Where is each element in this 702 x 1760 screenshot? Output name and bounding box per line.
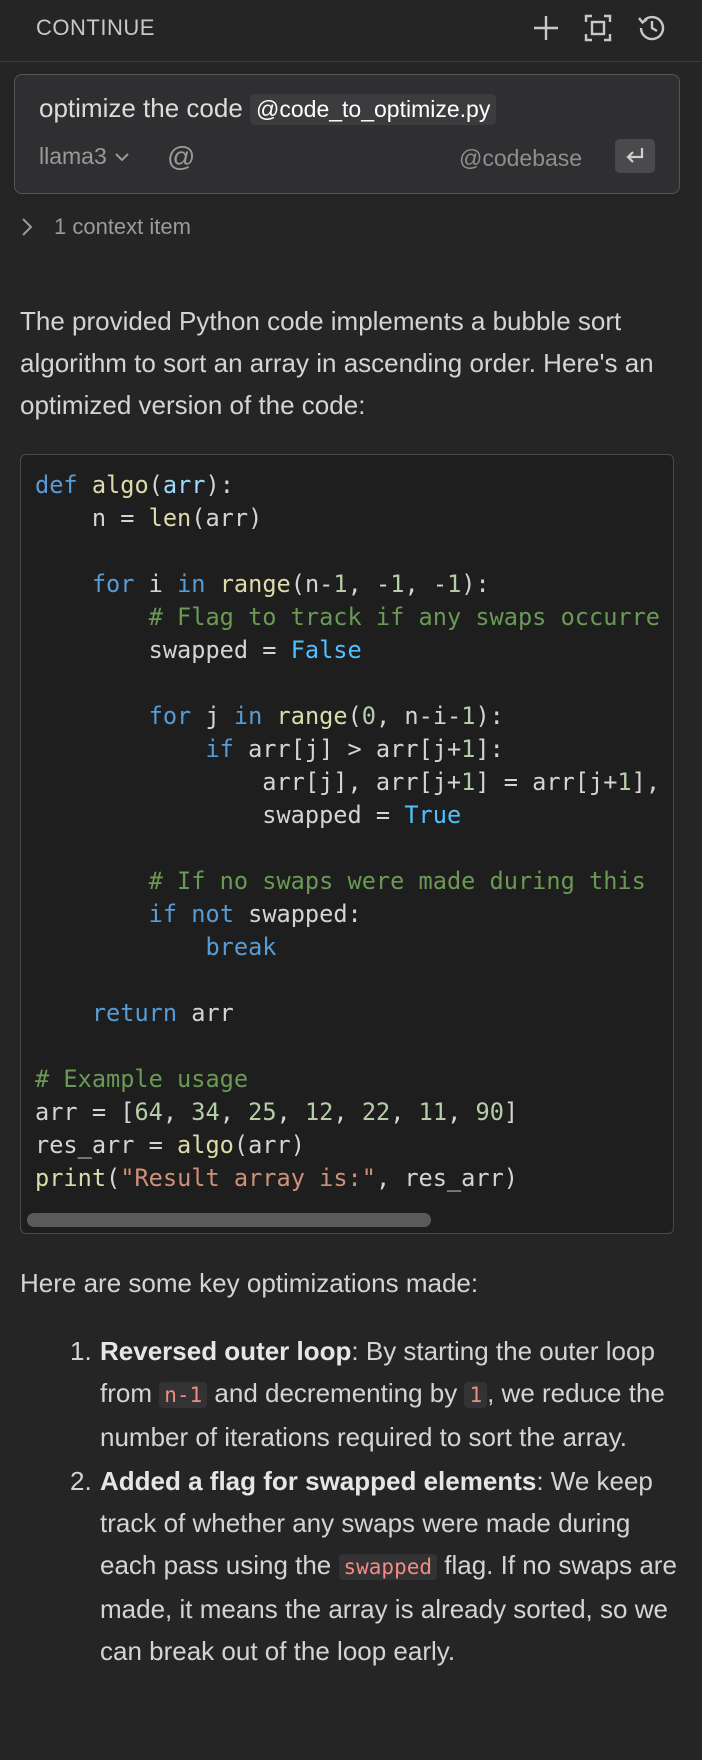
list-number: 2. — [70, 1466, 92, 1496]
code-block: def algo(arr): n = len(arr) for i in ran… — [20, 454, 674, 1234]
list-item: 1. Reversed outer loop: By starting the … — [70, 1330, 680, 1458]
context-label: 1 context item — [54, 214, 191, 239]
code-line: swapped = False — [35, 636, 362, 664]
plus-icon[interactable] — [528, 10, 564, 46]
prompt-message: optimize the code — [39, 93, 243, 123]
code-line: # If no swaps were made during this — [148, 867, 646, 895]
code-content: def algo(arr): n = len(arr) for i in ran… — [35, 469, 673, 1195]
model-selector[interactable]: llama3 — [39, 143, 131, 170]
code-line: # Flag to track if any swaps occurre — [148, 603, 661, 631]
code-scrollbar[interactable] — [25, 1211, 669, 1227]
inline-code: 1 — [464, 1382, 488, 1408]
code-line: print("Result array is:", res_arr) — [35, 1164, 518, 1192]
response-intro: The provided Python code implements a bu… — [20, 306, 654, 420]
code-line: swapped = True — [35, 801, 462, 829]
code-line: if arr[j] > arr[j+1]: — [205, 735, 504, 763]
code-line: res_arr = algo(arr) — [35, 1131, 305, 1159]
chevron-right-icon — [22, 218, 33, 236]
prompt-input[interactable]: optimize the code @code_to_optimize.py l… — [14, 74, 680, 194]
enter-button[interactable] — [615, 139, 655, 173]
panel-header: CONTINUE — [0, 0, 702, 62]
enter-icon — [626, 148, 644, 163]
item-title: Added a flag for swapped elements — [100, 1466, 537, 1496]
code-line: n = len(arr) — [35, 504, 263, 532]
panel-title: CONTINUE — [36, 15, 155, 40]
code-line: arr[j], arr[j+1] = arr[j+1], — [35, 768, 661, 796]
at-mention-button[interactable]: @ — [167, 141, 195, 173]
file-mention-chip[interactable]: @code_to_optimize.py — [250, 94, 497, 125]
code-text: def algo(arr): n = len(arr) for i in ran… — [35, 469, 673, 1195]
code-line: if not swapped: — [148, 900, 362, 928]
code-line: for j in range(0, n-i-1): — [148, 702, 504, 730]
code-line: for i in range(n-1, -1, -1): — [91, 570, 490, 598]
scrollbar-thumb[interactable] — [27, 1213, 431, 1227]
code-line: break — [205, 933, 277, 961]
list-item: 2. Added a flag for swapped elements: We… — [70, 1460, 680, 1672]
code-line: # Example usage — [35, 1065, 249, 1093]
fullscreen-icon[interactable] — [580, 10, 616, 46]
optimizations-heading: Here are some key optimizations made: — [20, 1268, 479, 1298]
code-line: def algo(arr): — [35, 471, 234, 499]
item-text: and decrementing by — [207, 1378, 465, 1408]
context-toggle[interactable]: 1 context item — [18, 214, 191, 240]
codebase-button[interactable]: @codebase — [459, 145, 582, 172]
chevron-down-icon — [115, 152, 129, 161]
list-number: 1. — [70, 1336, 92, 1366]
item-title: Reversed outer loop — [100, 1336, 352, 1366]
optimizations-list: 1. Reversed outer loop: By starting the … — [70, 1330, 680, 1674]
prompt-text[interactable]: optimize the code @code_to_optimize.py — [39, 93, 497, 125]
history-icon[interactable] — [634, 10, 670, 46]
code-line: arr = [64, 34, 25, 12, 22, 11, 90] — [35, 1098, 519, 1126]
model-name: llama3 — [39, 143, 107, 169]
inline-code: swapped — [338, 1554, 438, 1580]
code-line: return arr — [91, 999, 234, 1027]
inline-code: n-1 — [159, 1382, 208, 1408]
